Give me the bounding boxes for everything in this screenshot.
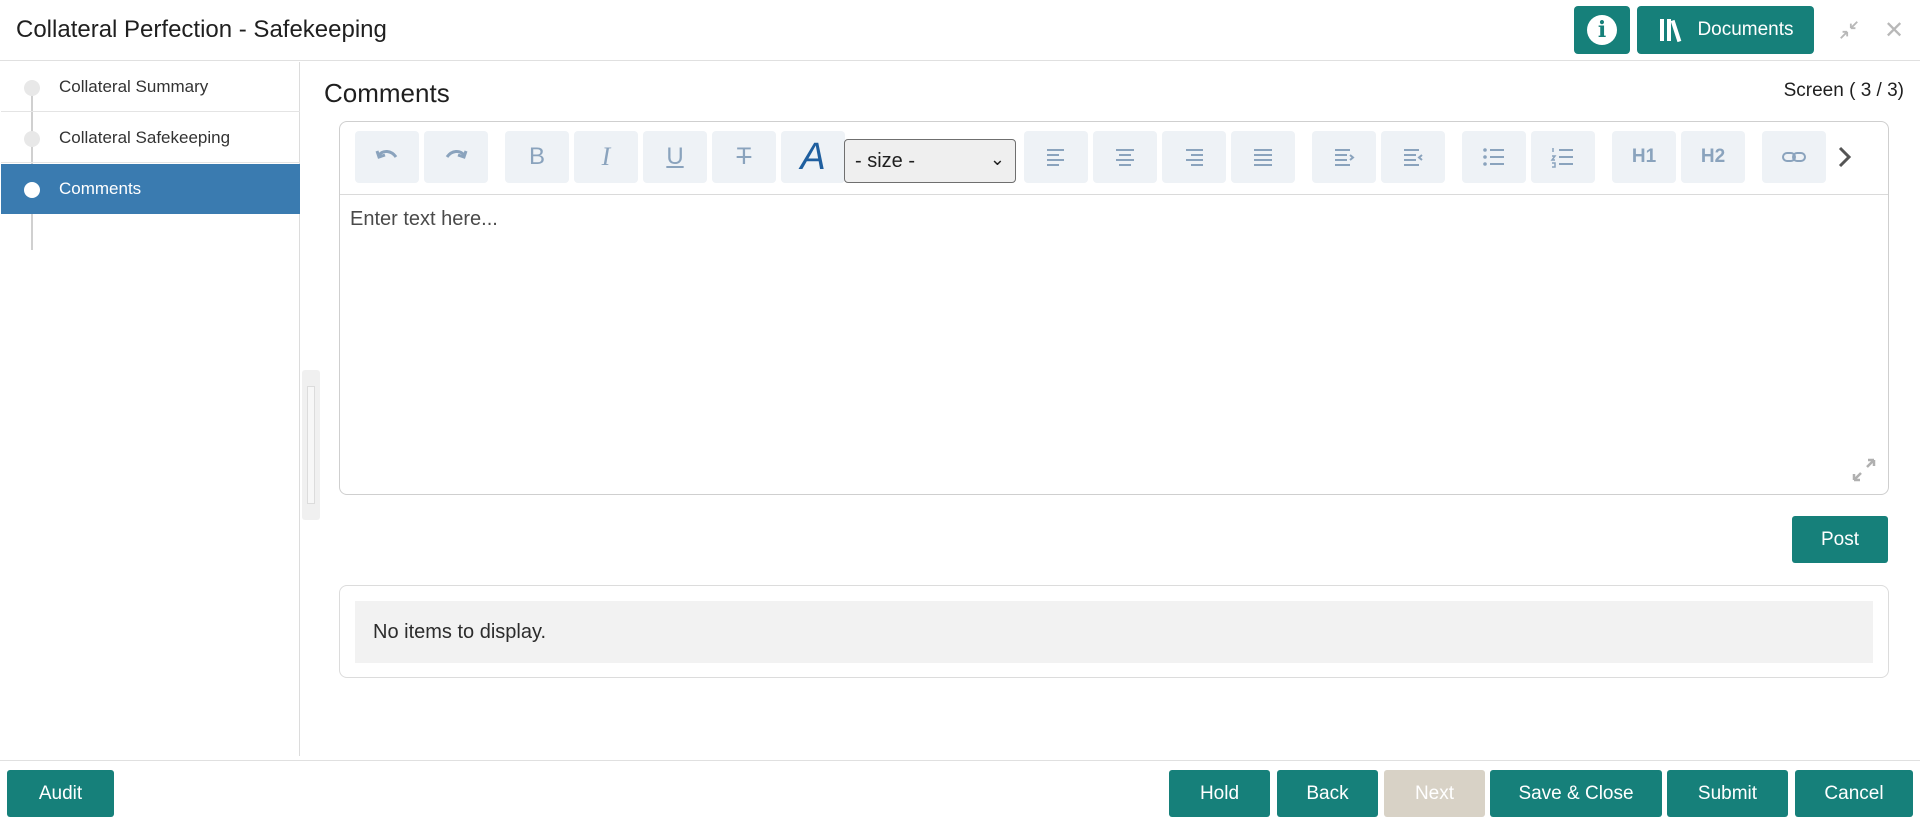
sidebar: Collateral Summary Collateral Safekeepin…	[0, 62, 300, 756]
undo-icon	[375, 150, 398, 159]
step-dot-icon	[24, 182, 40, 198]
font-size-select[interactable]: - size - ⌄	[844, 139, 1016, 183]
step-dot-icon	[24, 131, 40, 147]
empty-message: No items to display.	[355, 601, 1873, 663]
italic-button[interactable]: I	[574, 131, 638, 183]
page-title: Comments	[324, 78, 450, 108]
numbered-list-button[interactable]	[1531, 131, 1595, 183]
undo-button[interactable]	[355, 131, 419, 183]
hold-button[interactable]: Hold	[1169, 770, 1270, 817]
indent-button[interactable]	[1312, 131, 1376, 183]
comments-list: No items to display.	[339, 585, 1889, 678]
align-justify-button[interactable]	[1231, 131, 1295, 183]
heading2-icon: H2	[1700, 146, 1726, 167]
panel-splitter[interactable]	[302, 370, 320, 520]
outdent-button[interactable]	[1381, 131, 1445, 183]
library-icon	[1660, 19, 1682, 43]
rich-text-editor: B I U T A - size - ⌄ H1 H2 Enter text he…	[339, 121, 1889, 495]
cancel-button[interactable]: Cancel	[1795, 770, 1913, 817]
bold-button[interactable]: B	[505, 131, 569, 183]
expand-icon[interactable]	[1850, 456, 1878, 484]
chevron-right-icon[interactable]	[1830, 142, 1860, 172]
save-close-button[interactable]: Save & Close	[1490, 770, 1662, 817]
footer-bar: Audit Hold Back Next Save & Close Submit…	[0, 760, 1920, 821]
step-dot-icon	[24, 80, 40, 96]
sidebar-item-label: Collateral Summary	[59, 76, 209, 96]
info-icon: i	[1587, 15, 1617, 45]
heading2-button[interactable]: H2	[1681, 131, 1745, 183]
link-icon	[1782, 152, 1806, 162]
font-icon: A	[800, 135, 826, 178]
bold-icon: B	[528, 143, 545, 170]
heading1-icon: H1	[1631, 146, 1657, 167]
align-center-button[interactable]	[1093, 131, 1157, 183]
sidebar-item-collateral-safekeeping[interactable]: Collateral Safekeeping	[1, 113, 300, 163]
documents-button[interactable]: Documents	[1637, 6, 1814, 54]
indent-icon	[1335, 149, 1355, 166]
underline-button[interactable]: U	[643, 131, 707, 183]
strikethrough-button[interactable]: T	[712, 131, 776, 183]
header-bar: Collateral Perfection - Safekeeping i Do…	[0, 0, 1920, 61]
underline-icon: U	[666, 143, 684, 170]
numbered-list-icon	[1550, 148, 1573, 168]
align-right-button[interactable]	[1162, 131, 1226, 183]
sidebar-item-collateral-summary[interactable]: Collateral Summary	[1, 62, 300, 112]
align-justify-icon	[1254, 149, 1272, 166]
link-button[interactable]	[1762, 131, 1826, 183]
submit-button[interactable]: Submit	[1667, 770, 1788, 817]
back-button[interactable]: Back	[1277, 770, 1378, 817]
splitter-grip[interactable]	[307, 386, 315, 504]
italic-icon: I	[601, 142, 611, 171]
redo-button[interactable]	[424, 131, 488, 183]
audit-button[interactable]: Audit	[7, 770, 114, 817]
align-center-icon	[1116, 149, 1134, 166]
align-right-icon	[1186, 149, 1203, 166]
align-left-icon	[1047, 149, 1064, 166]
documents-label: Documents	[1697, 19, 1794, 40]
redo-icon	[445, 150, 468, 159]
font-size-value: - size -	[855, 149, 915, 172]
window-title: Collateral Perfection - Safekeeping	[16, 16, 387, 43]
sidebar-item-label: Collateral Safekeeping	[59, 127, 231, 147]
info-button[interactable]: i	[1574, 6, 1630, 54]
font-button[interactable]: A	[781, 131, 845, 183]
sidebar-item-comments[interactable]: Comments	[1, 164, 300, 214]
heading1-button[interactable]: H1	[1612, 131, 1676, 183]
outdent-icon	[1404, 149, 1423, 166]
editor-toolbar: B I U T A - size - ⌄ H1 H2	[340, 122, 1888, 195]
bullet-list-icon	[1483, 148, 1504, 166]
strikethrough-icon: T	[736, 143, 752, 170]
next-button[interactable]: Next	[1384, 770, 1485, 817]
editor-text-area[interactable]: Enter text here...	[350, 208, 498, 231]
screen-counter: Screen ( 3 / 3)	[1783, 80, 1904, 101]
close-icon[interactable]: ✕	[1882, 17, 1906, 44]
sidebar-item-label: Comments	[59, 179, 142, 198]
minimize-icon[interactable]	[1837, 18, 1861, 42]
chevron-down-icon: ⌄	[989, 149, 1005, 169]
align-left-button[interactable]	[1024, 131, 1088, 183]
post-button[interactable]: Post	[1792, 516, 1888, 563]
bullet-list-button[interactable]	[1462, 131, 1526, 183]
